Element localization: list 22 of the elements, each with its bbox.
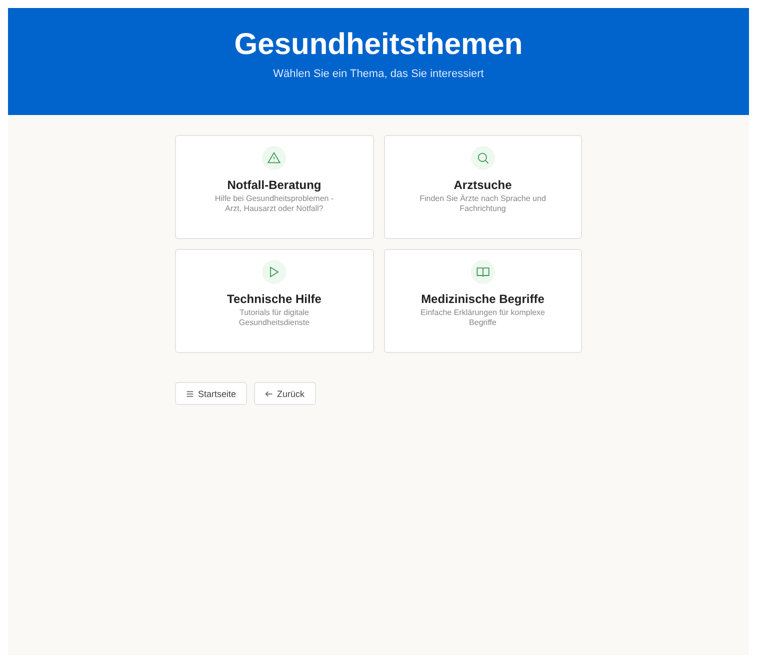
topic-card[interactable]: Notfall-Beratung Hilfe bei Gesundheitsproblemen - Arzt, Hausarzt oder Notfall? <box>175 135 374 239</box>
play-icon <box>267 265 282 279</box>
menu-icon <box>186 390 194 398</box>
card-title: Medizinische Begriffe <box>421 292 544 306</box>
warning-icon <box>267 151 282 165</box>
search-icon <box>476 151 490 165</box>
book-icon <box>476 265 490 279</box>
card-description: Hilfe bei Gesundheitsproblemen - Arzt, Hausarzt oder Notfall? <box>214 194 335 215</box>
topic-card[interactable]: Technische Hilfe Tutorials für digitale Gesundheitsdienste <box>175 249 374 353</box>
topic-card[interactable]: Medizinische Begriffe Einfache Erklärungen für komplexe Begriffe <box>384 249 582 353</box>
page-title: Gesundheitsthemen <box>234 28 523 62</box>
page-subtitle: Wählen Sie ein Thema, das Sie interessiert <box>273 68 484 80</box>
card-title: Technische Hilfe <box>227 292 322 306</box>
card-title: Arztsuche <box>454 178 512 192</box>
card-description: Tutorials für digitale Gesundheitsdienste <box>238 308 311 329</box>
card-description: Einfache Erklärungen für komplexe Begriffe <box>419 308 546 329</box>
card-description: Finden Sie Ärzte nach Sprache und Fachrichtung <box>418 194 547 215</box>
card-title: Notfall-Beratung <box>227 178 322 192</box>
nav-button[interactable]: Zurück <box>254 382 316 405</box>
topic-card[interactable]: Arztsuche Finden Sie Ärzte nach Sprache und Fachrichtung <box>384 135 582 239</box>
arrow-left-icon <box>265 390 274 398</box>
nav-button[interactable]: Startseite <box>175 382 248 405</box>
